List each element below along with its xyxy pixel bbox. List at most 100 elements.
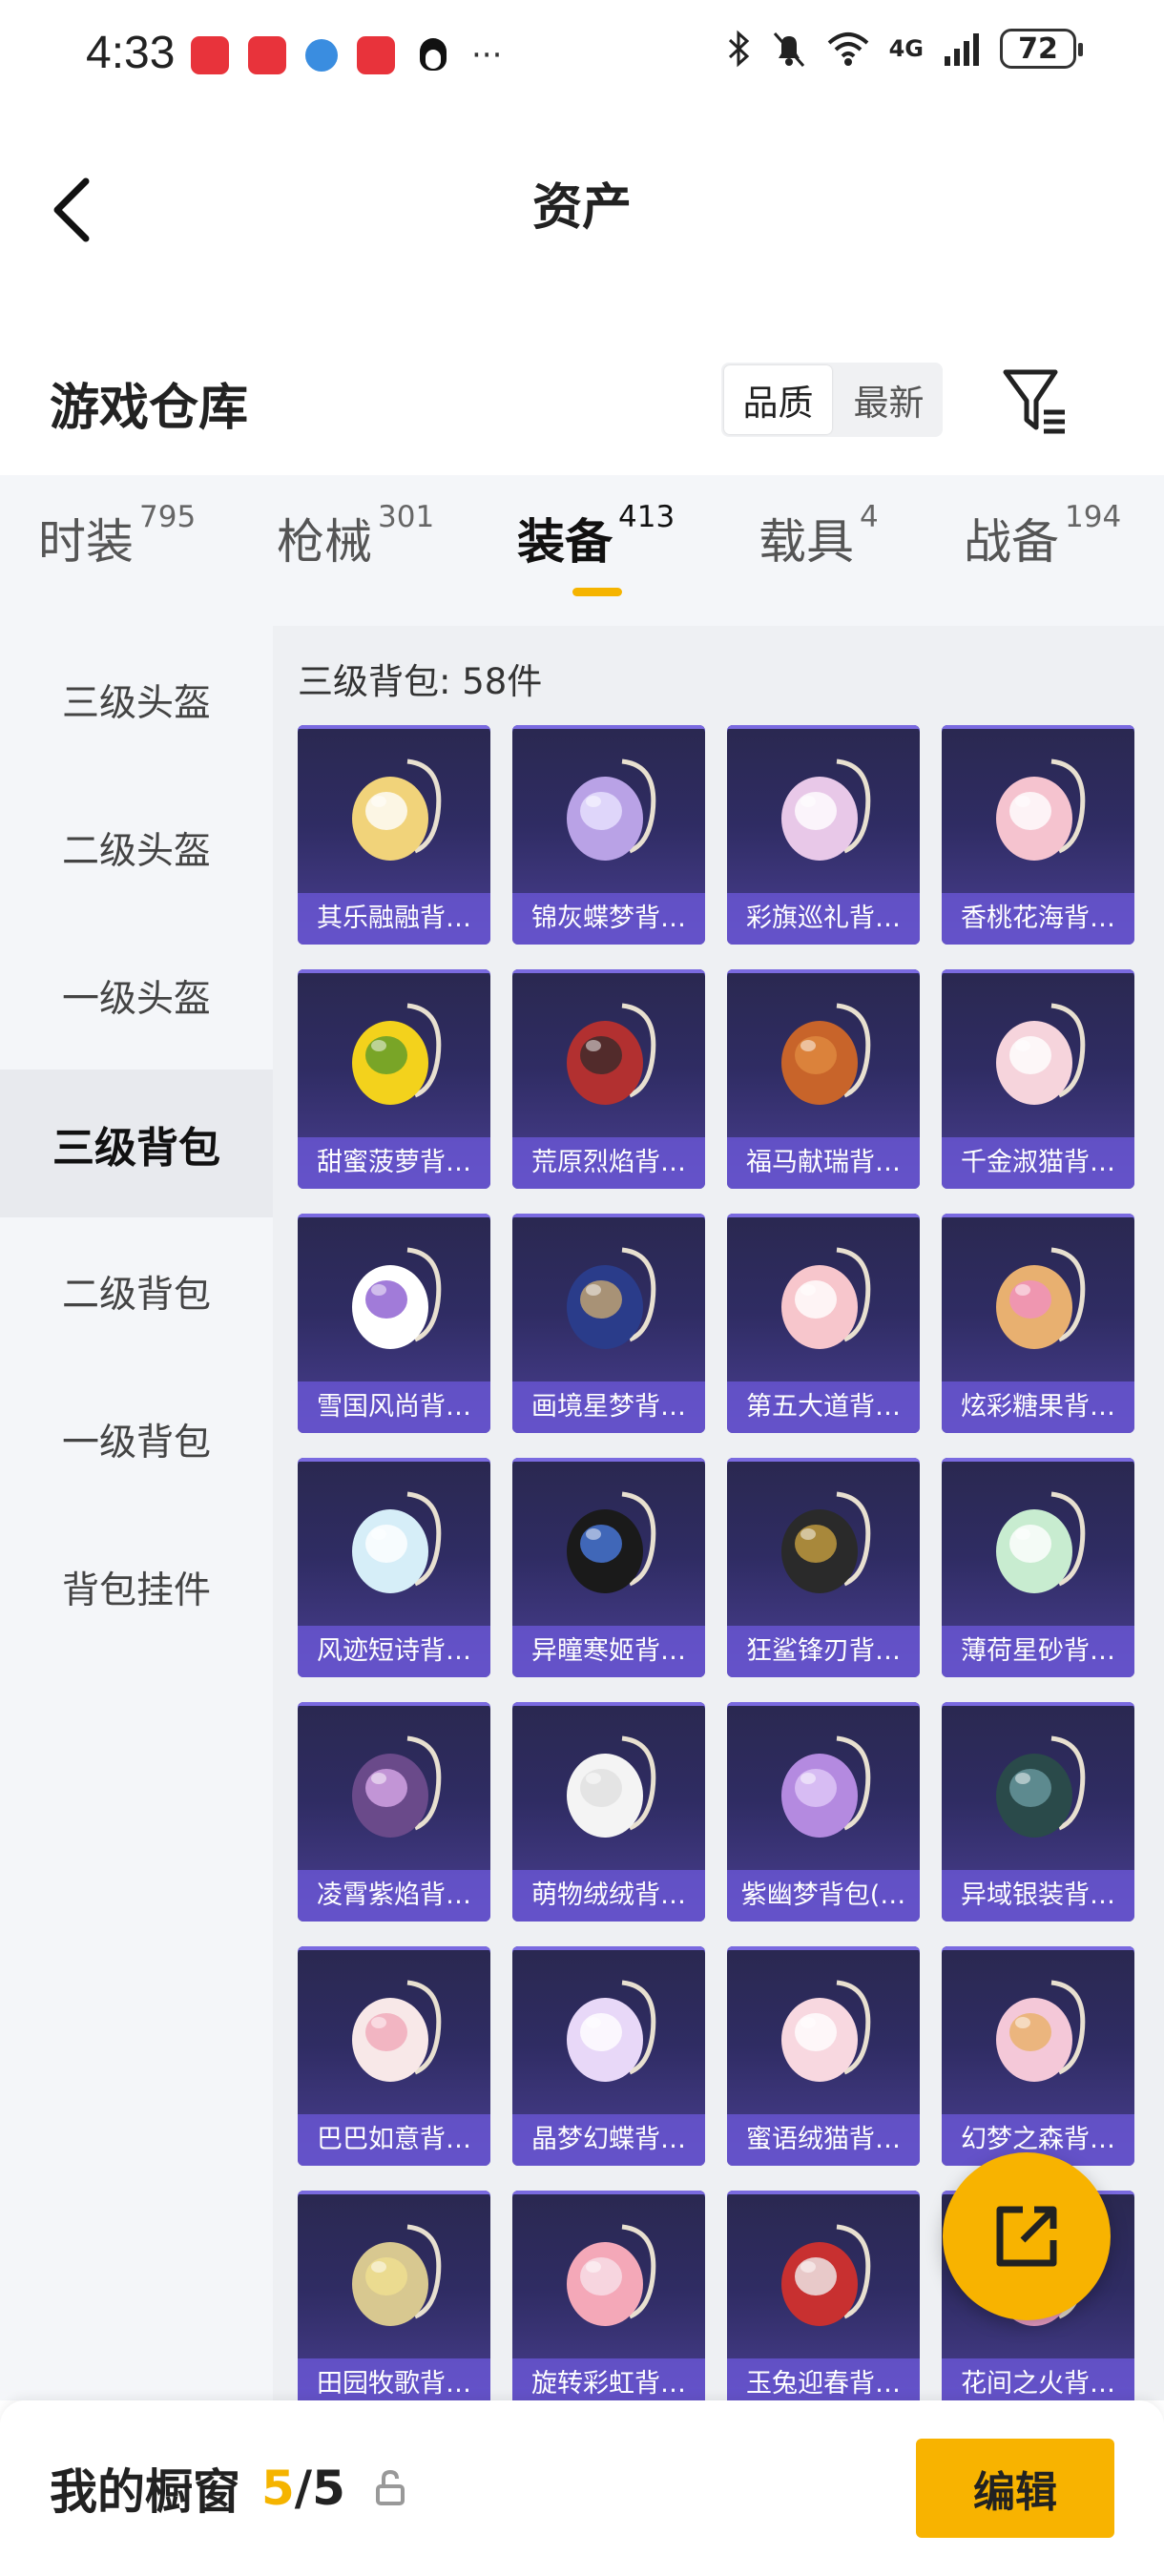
item-card[interactable]: 晶梦幻蝶背… bbox=[512, 1946, 705, 2166]
card-highlight bbox=[512, 725, 705, 729]
item-name: 巴巴如意背… bbox=[298, 2114, 490, 2166]
showcase-label: 我的橱窗 bbox=[50, 2464, 240, 2520]
sidebar-item-helmet-lv3[interactable]: 三级头盔 bbox=[0, 626, 273, 774]
item-card[interactable]: 凌霄紫焰背… bbox=[298, 1702, 490, 1922]
item-card[interactable]: 其乐融融背… bbox=[298, 725, 490, 945]
tab-count: 301 bbox=[378, 500, 435, 534]
sidebar-item-helmet-lv1[interactable]: 一级头盔 bbox=[0, 922, 273, 1070]
tab-firearms[interactable]: 枪械 301 bbox=[277, 500, 434, 572]
tab-count: 413 bbox=[618, 500, 676, 534]
card-highlight bbox=[298, 1702, 490, 1706]
item-card[interactable]: 雪国风尚背… bbox=[298, 1214, 490, 1433]
backpack-image bbox=[996, 1247, 1086, 1349]
showcase-separator: / bbox=[294, 2461, 313, 2516]
bluetooth-icon bbox=[728, 30, 749, 68]
item-card[interactable]: 紫幽梦背包(… bbox=[727, 1702, 920, 1922]
tab-fashion[interactable]: 时装 795 bbox=[38, 500, 196, 572]
sidebar-item-backpack-lv1[interactable]: 一级背包 bbox=[0, 1365, 273, 1513]
item-card[interactable]: 旋转彩虹背… bbox=[512, 2191, 705, 2400]
tab-label: 载具 bbox=[759, 514, 854, 570]
item-card[interactable]: 荒原烈焰背… bbox=[512, 969, 705, 1189]
backpack-image bbox=[567, 1980, 656, 2082]
backpack-image bbox=[567, 1491, 656, 1593]
card-highlight bbox=[512, 2191, 705, 2194]
items-panel: 三级背包: 58件 其乐融融背… 锦灰蝶梦背… 彩旗巡礼背… 香桃花海背… 甜蜜菠萝背…… bbox=[273, 626, 1164, 2400]
sidebar-item-backpack-charm[interactable]: 背包挂件 bbox=[0, 1513, 273, 1661]
item-card[interactable]: 甜蜜菠萝背… bbox=[298, 969, 490, 1189]
item-name: 玉兔迎春背… bbox=[727, 2358, 920, 2400]
card-highlight bbox=[298, 1946, 490, 1950]
card-highlight bbox=[512, 1946, 705, 1950]
item-name: 锦灰蝶梦背… bbox=[512, 893, 705, 945]
item-name: 花间之火背… bbox=[942, 2358, 1134, 2400]
sidebar-item-helmet-lv2[interactable]: 二级头盔 bbox=[0, 774, 273, 922]
backpack-image bbox=[352, 1735, 442, 1838]
filter-icon[interactable] bbox=[1002, 364, 1069, 437]
backpack-image bbox=[781, 1735, 871, 1838]
backpack-image bbox=[996, 1491, 1086, 1593]
huawei-app-icon bbox=[191, 36, 229, 74]
sort-option-quality[interactable]: 品质 bbox=[724, 365, 832, 434]
showcase-total: 5 bbox=[312, 2461, 345, 2516]
item-card[interactable]: 彩旗巡礼背… bbox=[727, 725, 920, 945]
tab-combat-gear[interactable]: 战备 194 bbox=[964, 500, 1121, 572]
sort-option-newest[interactable]: 最新 bbox=[835, 363, 943, 437]
status-time: 4:33 bbox=[86, 28, 176, 78]
sidebar-item-backpack-lv2[interactable]: 二级背包 bbox=[0, 1217, 273, 1365]
item-card[interactable]: 萌物绒绒背… bbox=[512, 1702, 705, 1922]
item-name: 蜜语绒猫背… bbox=[727, 2114, 920, 2166]
item-card[interactable]: 千金淑猫背… bbox=[942, 969, 1134, 1189]
showcase-used: 5 bbox=[261, 2461, 295, 2516]
item-name: 狂鲨锋刃背… bbox=[727, 1626, 920, 1677]
item-card[interactable]: 香桃花海背… bbox=[942, 725, 1134, 945]
item-card[interactable]: 异瞳寒姬背… bbox=[512, 1458, 705, 1677]
card-highlight bbox=[942, 1458, 1134, 1462]
sidebar-item-backpack-lv3[interactable]: 三级背包 bbox=[0, 1070, 273, 1217]
item-card[interactable]: 蜜语绒猫背… bbox=[727, 1946, 920, 2166]
item-card[interactable]: 幻梦之森背… bbox=[942, 1946, 1134, 2166]
item-name: 炫彩糖果背… bbox=[942, 1381, 1134, 1433]
item-name: 福马献瑞背… bbox=[727, 1137, 920, 1189]
qq-icon bbox=[414, 36, 452, 74]
item-name: 异域银装背… bbox=[942, 1870, 1134, 1922]
item-card[interactable]: 狂鲨锋刃背… bbox=[727, 1458, 920, 1677]
showcase-bar: 我的橱窗 5/5 编辑 bbox=[0, 2400, 1164, 2576]
item-card[interactable]: 福马献瑞背… bbox=[727, 969, 920, 1189]
tab-vehicles[interactable]: 载具 4 bbox=[759, 500, 879, 572]
item-card[interactable]: 第五大道背… bbox=[727, 1214, 920, 1433]
card-highlight bbox=[512, 969, 705, 973]
item-name: 晶梦幻蝶背… bbox=[512, 2114, 705, 2166]
item-card[interactable]: 炫彩糖果背… bbox=[942, 1214, 1134, 1433]
card-highlight bbox=[942, 725, 1134, 729]
card-highlight bbox=[727, 725, 920, 729]
tab-count: 4 bbox=[860, 500, 879, 534]
signal-icon bbox=[945, 33, 979, 66]
item-name: 凌霄紫焰背… bbox=[298, 1870, 490, 1922]
backpack-image bbox=[781, 1491, 871, 1593]
mute-bell-icon bbox=[773, 32, 804, 67]
system-status-icons: 4G 72 bbox=[727, 29, 1083, 69]
card-highlight bbox=[727, 1702, 920, 1706]
card-highlight bbox=[942, 1946, 1134, 1950]
item-name: 田园牧歌背… bbox=[298, 2358, 490, 2400]
item-name: 紫幽梦背包(… bbox=[727, 1870, 920, 1922]
tab-count: 795 bbox=[139, 500, 197, 534]
backpack-image bbox=[781, 758, 871, 861]
item-card[interactable]: 风迹短诗背… bbox=[298, 1458, 490, 1677]
item-card[interactable]: 田园牧歌背… bbox=[298, 2191, 490, 2400]
item-card[interactable]: 巴巴如意背… bbox=[298, 1946, 490, 2166]
item-card[interactable]: 锦灰蝶梦背… bbox=[512, 725, 705, 945]
item-card[interactable]: 异域银装背… bbox=[942, 1702, 1134, 1922]
card-highlight bbox=[298, 1214, 490, 1217]
edit-button[interactable]: 编辑 bbox=[916, 2439, 1114, 2538]
item-card[interactable]: 画境星梦背… bbox=[512, 1214, 705, 1433]
battery-level: 72 bbox=[1018, 31, 1058, 66]
huawei-app-icon bbox=[357, 36, 395, 74]
share-button[interactable] bbox=[943, 2152, 1111, 2320]
tab-equipment[interactable]: 装备 413 bbox=[517, 500, 675, 572]
network-type: 4G bbox=[888, 35, 924, 62]
item-card[interactable]: 薄荷星砂背… bbox=[942, 1458, 1134, 1677]
backpack-image bbox=[352, 1491, 442, 1593]
item-card[interactable]: 玉兔迎春背… bbox=[727, 2191, 920, 2400]
category-tabs: 时装 795 枪械 301 装备 413 载具 4 战备 194 bbox=[0, 475, 1164, 626]
